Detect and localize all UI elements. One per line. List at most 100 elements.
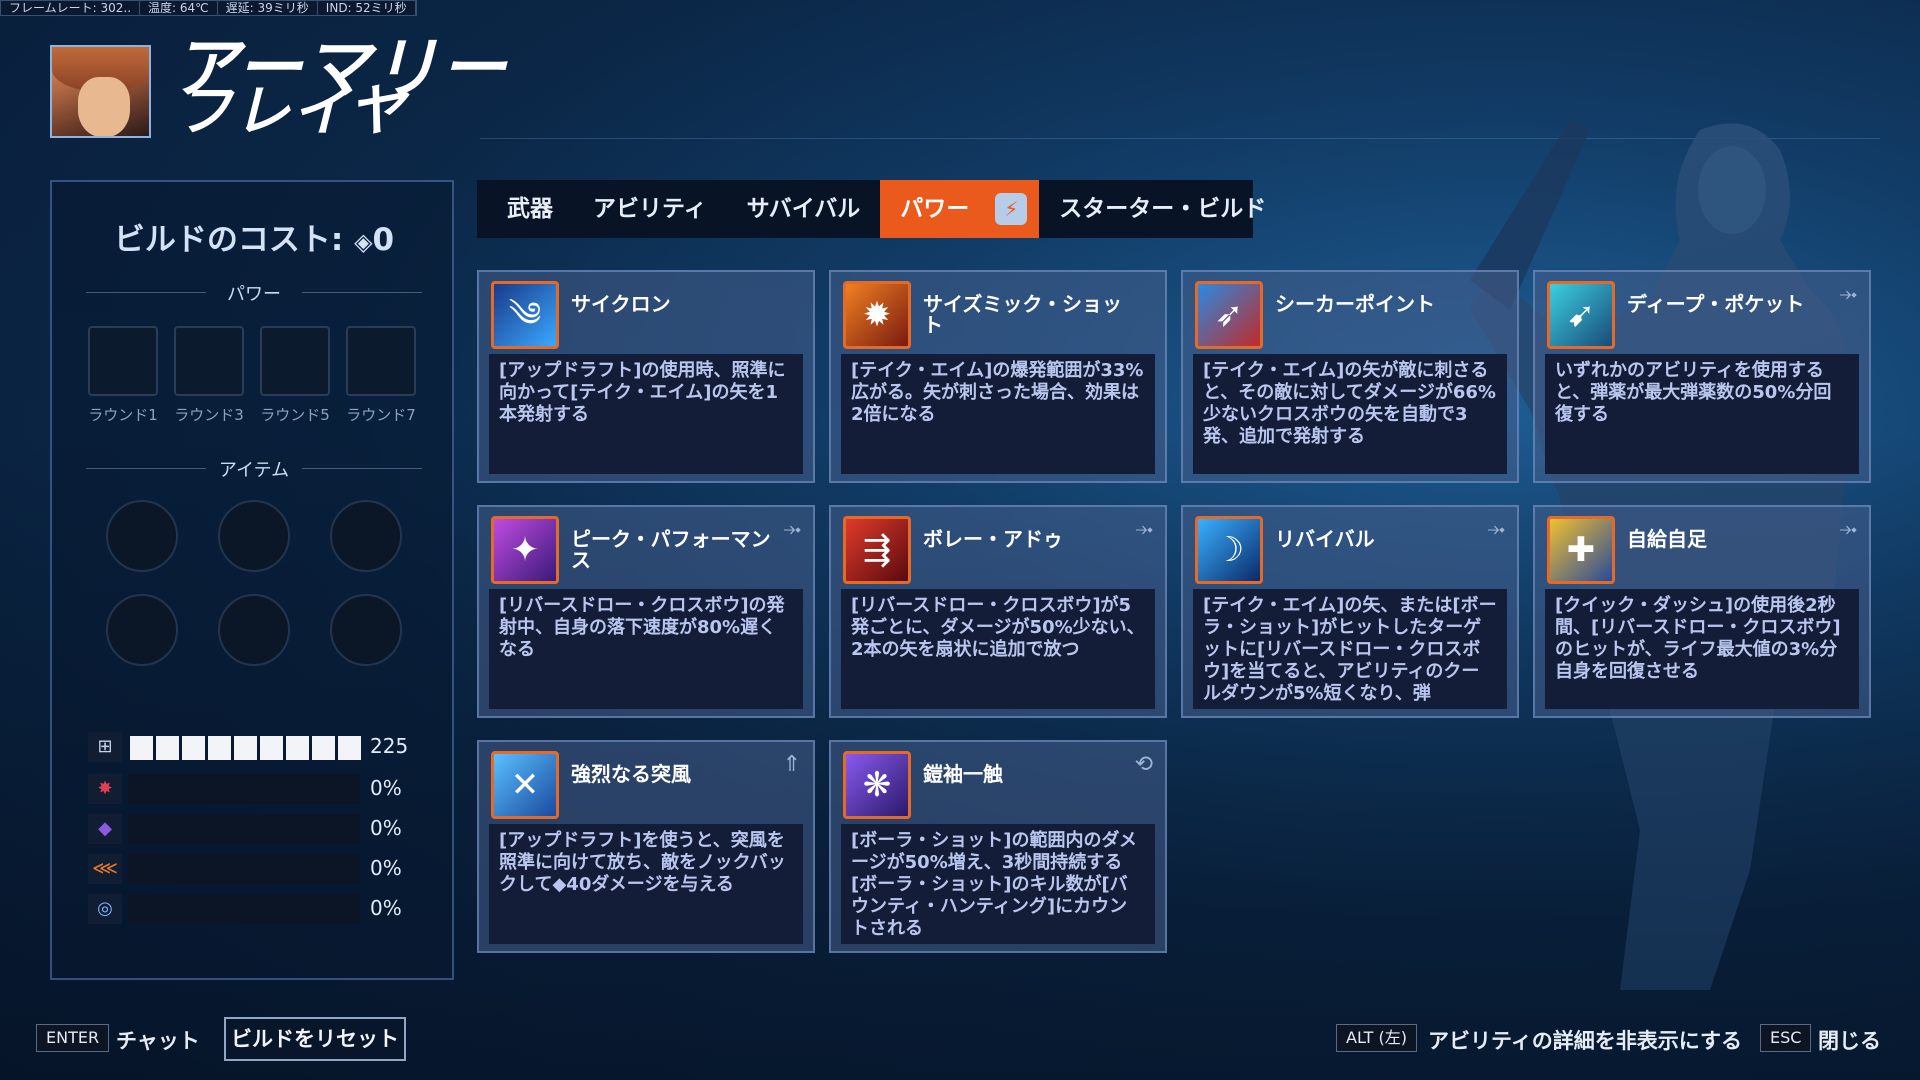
power-card-name: 強烈なる突風 xyxy=(571,762,691,786)
power-card-self-sufficient[interactable]: ✚ 自給自足 ⤞ [クイック・ダッシュ]の使用後2秒間、[リバースドロー・クロス… xyxy=(1533,505,1871,718)
crossbow-icon: ⤞ xyxy=(783,517,801,542)
chat-label[interactable]: チャット xyxy=(116,1025,200,1055)
cyclone-icon: ༄ xyxy=(491,281,559,349)
item-slot[interactable] xyxy=(330,500,402,572)
power-card-description: いずれかのアビリティを使用すると、弾薬が最大弾薬数の50%分回復する xyxy=(1545,354,1859,474)
volley-adieu-icon: ⇶ xyxy=(843,516,911,584)
hero-name: アーマリー フレイヤ xyxy=(172,36,508,140)
power-slot-round3[interactable] xyxy=(174,326,244,396)
updraft-icon: ⇑ xyxy=(782,752,801,777)
perf-temperature: 温度: 64℃ xyxy=(140,1,218,15)
power-card-revival[interactable]: ☽ リバイバル ⤞ [テイク・エイム]の矢、または[ボーラ・ショット]がヒットし… xyxy=(1181,505,1519,718)
stat-ability-damage: ◆ 0% xyxy=(88,814,418,844)
power-card-description: [テイク・エイム]の爆発範囲が33%広がる。矢が刺さった場合、効果は2倍になる xyxy=(841,354,1155,474)
power-card-description: [アップドラフト]の使用時、照準に向かって[テイク・エイム]の矢を1本発射する xyxy=(489,354,803,474)
health-icon: ⊞ xyxy=(88,732,122,762)
power-card-name: ボレー・アドゥ xyxy=(923,527,1063,551)
hero-portrait xyxy=(50,45,151,138)
power-card-name: ピーク・パフォーマンス xyxy=(571,527,771,572)
power-card-seismic-shot[interactable]: ✹ サイズミック・ショット [テイク・エイム]の爆発範囲が33%広がる。矢が刺さ… xyxy=(829,270,1167,483)
perf-framerate: フレームレート: 302.. xyxy=(1,1,141,15)
power-card-seeker-point[interactable]: ➶ シーカーポイント [テイク・エイム]の矢が敵に刺さると、その敵に対してダメー… xyxy=(1181,270,1519,483)
power-card-name: サイズミック・ショット xyxy=(923,292,1122,337)
stat-move-speed: ⋘ 0% xyxy=(88,854,418,884)
cooldown-value: 0% xyxy=(370,896,402,920)
health-value: 225 xyxy=(370,734,409,758)
cooldown-icon: ◎ xyxy=(88,894,122,924)
easy-victory-icon: ❋ xyxy=(843,751,911,819)
powers-section-label: パワー xyxy=(227,284,281,305)
power-card-cyclone[interactable]: ༄ サイクロン [アップドラフト]の使用時、照準に向かって[テイク・エイム]の矢… xyxy=(477,270,815,483)
round-label: ラウンド1 xyxy=(88,406,158,424)
revival-icon: ☽ xyxy=(1195,516,1263,584)
power-card-peak-performance[interactable]: ✦ ピーク・パフォーマンス ⤞ [リバースドロー・クロスボウ]の発射中、自身の落… xyxy=(477,505,815,718)
tab-starter-build[interactable]: スターター・ビルド xyxy=(1039,180,1286,238)
power-card-name: 自給自足 xyxy=(1627,527,1707,551)
power-card-easy-victory[interactable]: ❋ 鎧袖一触 ⟲ [ボーラ・ショット]の範囲内のダメージが50%増え、3秒間持続… xyxy=(829,740,1167,953)
item-slot[interactable] xyxy=(106,500,178,572)
tab-power-label: パワー xyxy=(900,196,970,222)
self-sufficient-icon: ✚ xyxy=(1547,516,1615,584)
tab-ability[interactable]: アビリティ xyxy=(573,180,727,238)
power-card-description: [アップドラフト]を使うと、突風を照準に向けて放ち、敵をノックバックして◆40ダ… xyxy=(489,824,803,944)
gem-icon: ◈ xyxy=(354,228,373,256)
performance-overlay: フレームレート: 302.. 温度: 64℃ 遅延: 39ミリ秒 IND: 52… xyxy=(0,0,417,16)
power-card-fierce-gust[interactable]: ✕ 強烈なる突風 ⇑ [アップドラフト]を使うと、突風を照準に向けて放ち、敵をノ… xyxy=(477,740,815,953)
ability-icon: ◆ xyxy=(88,814,122,844)
bola-icon: ⟲ xyxy=(1134,752,1153,777)
cooldown-bar xyxy=(128,894,360,924)
hide-ability-details-toggle[interactable]: アビリティの詳細を非表示にする xyxy=(1428,1025,1742,1055)
close-button[interactable]: 閉じる xyxy=(1818,1025,1881,1055)
reset-build-button[interactable]: ビルドをリセット xyxy=(224,1017,406,1061)
perf-input-delay: IND: 52ミリ秒 xyxy=(318,1,416,15)
power-tab-icon: ⚡ xyxy=(995,193,1028,225)
stat-health: ⊞ 225 xyxy=(88,732,418,762)
power-card-name: リバイバル xyxy=(1275,527,1375,551)
power-slot-round1[interactable] xyxy=(88,326,158,396)
item-slot[interactable] xyxy=(218,500,290,572)
round-label: ラウンド7 xyxy=(346,406,416,424)
perf-latency: 遅延: 39ミリ秒 xyxy=(218,1,318,15)
power-card-description: [リバースドロー・クロスボウ]の発射中、自身の落下速度が80%遅くなる xyxy=(489,589,803,709)
build-cost: ビルドのコスト: ◈0 xyxy=(52,214,456,259)
tab-weapon[interactable]: 武器 xyxy=(487,180,573,238)
item-slot[interactable] xyxy=(106,594,178,666)
esc-key-hint: ESC xyxy=(1760,1024,1812,1052)
power-card-description: [テイク・エイム]の矢、または[ボーラ・ショット]がヒットしたターゲットに[リバ… xyxy=(1193,589,1507,709)
health-bar xyxy=(128,732,361,762)
round-label: ラウンド5 xyxy=(260,406,330,424)
item-slot[interactable] xyxy=(330,594,402,666)
power-slot-round5[interactable] xyxy=(260,326,330,396)
speed-bar xyxy=(128,854,360,884)
power-slot-round7[interactable] xyxy=(346,326,416,396)
weapon-value: 0% xyxy=(370,776,402,800)
stat-weapon-damage: ✸ 0% xyxy=(88,774,418,804)
power-card-description: [リバースドロー・クロスボウ]が5発ごとに、ダメージが50%少ない、2本の矢を扇… xyxy=(841,589,1155,709)
weapon-bar xyxy=(128,774,360,804)
crossbow-icon: ⤞ xyxy=(1839,282,1857,307)
weapon-icon: ✸ xyxy=(88,774,122,804)
item-slot[interactable] xyxy=(218,594,290,666)
crossbow-icon: ⤞ xyxy=(1487,517,1505,542)
speed-value: 0% xyxy=(370,856,402,880)
build-panel: ビルドのコスト: ◈0 パワー ラウンド1 ラウンド3 ラウンド5 ラウンド7 … xyxy=(50,180,454,980)
ability-value: 0% xyxy=(370,816,402,840)
build-cost-label: ビルドのコスト: xyxy=(113,222,344,258)
enter-key-hint: ENTER xyxy=(36,1024,110,1052)
seismic-shot-icon: ✹ xyxy=(843,281,911,349)
deep-pockets-icon: ➹ xyxy=(1547,281,1615,349)
power-card-deep-pockets[interactable]: ➹ ディープ・ポケット ⤞ いずれかのアビリティを使用すると、弾薬が最大弾薬数の… xyxy=(1533,270,1871,483)
power-card-name: ディープ・ポケット xyxy=(1627,292,1805,316)
speed-icon: ⋘ xyxy=(88,854,122,884)
category-tabs: 武器 アビリティ サバイバル パワー ⚡ スターター・ビルド xyxy=(477,180,1266,238)
tab-survival[interactable]: サバイバル xyxy=(727,180,881,238)
power-card-volley-adieu[interactable]: ⇶ ボレー・アドゥ ⤞ [リバースドロー・クロスボウ]が5発ごとに、ダメージが5… xyxy=(829,505,1167,718)
peak-performance-icon: ✦ xyxy=(491,516,559,584)
crossbow-icon: ⤞ xyxy=(1135,517,1153,542)
ability-bar xyxy=(128,814,360,844)
alt-key-hint: ALT (左) xyxy=(1336,1024,1418,1052)
seeker-point-icon: ➶ xyxy=(1195,281,1263,349)
power-card-name: サイクロン xyxy=(571,292,671,316)
fierce-gust-icon: ✕ xyxy=(491,751,559,819)
tab-power[interactable]: パワー ⚡ xyxy=(880,180,1040,238)
